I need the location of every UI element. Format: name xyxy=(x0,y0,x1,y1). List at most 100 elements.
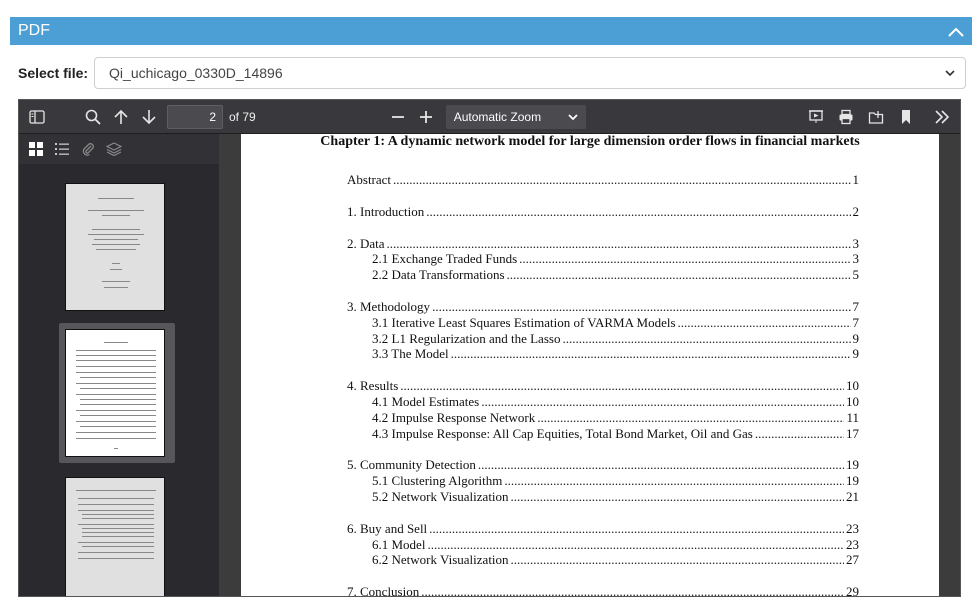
double-chevron-right-icon[interactable] xyxy=(928,104,956,130)
toc-spacer xyxy=(347,505,859,521)
table-of-contents: Abstract11. Introduction22. Data32.1 Exc… xyxy=(347,172,860,597)
toc-leader-dots xyxy=(393,172,850,188)
toc-leader-dots xyxy=(432,299,850,315)
toc-entry: 5. Community Detection 19 xyxy=(347,457,859,473)
print-icon[interactable] xyxy=(832,104,860,130)
page-viewport[interactable]: Chapter 1: A dynamic network model for l… xyxy=(219,134,960,597)
bookmark-icon[interactable] xyxy=(892,104,920,130)
pdf-panel-header: PDF xyxy=(10,17,972,45)
toc-entry-title: 5. Community Detection xyxy=(347,457,476,473)
toc-entry: 5.2 Network Visualization 21 xyxy=(347,489,859,505)
toc-entry-title: 7. Conclusion xyxy=(347,584,420,597)
toc-entry: 3.2 L1 Regularization and the Lasso 9 xyxy=(347,331,859,347)
viewer-toolbar: of 79 Automatic Zoom xyxy=(19,100,960,134)
toc-entry-page: 3 xyxy=(852,235,860,251)
toc-entry-title: 1. Introduction xyxy=(347,203,425,219)
toc-leader-dots xyxy=(504,473,844,489)
toc-leader-dots xyxy=(537,410,844,426)
toc-entry: 2.2 Data Transformations 5 xyxy=(347,267,859,283)
thumbnail-image xyxy=(65,477,165,596)
arrow-up-icon[interactable] xyxy=(107,104,135,130)
layers-view-icon[interactable] xyxy=(101,136,127,162)
toc-entry: 2.1 Exchange Traded Funds 3 xyxy=(347,251,859,267)
toc-entry: 2. Data 3 xyxy=(347,236,859,252)
presentation-icon[interactable] xyxy=(802,104,830,130)
toc-entry-title: Abstract xyxy=(347,172,392,187)
toc-entry-page: 10 xyxy=(846,378,859,394)
page-number-input[interactable] xyxy=(167,104,223,129)
pdf-viewer: of 79 Automatic Zoom xyxy=(18,99,961,597)
zoom-select[interactable]: Automatic Zoom xyxy=(445,104,586,129)
toc-entry: 4.3 Impulse Response: All Cap Equities, … xyxy=(347,426,859,442)
thumbnail-image xyxy=(65,183,165,311)
arrow-down-icon[interactable] xyxy=(135,104,163,130)
toc-spacer xyxy=(347,568,859,584)
toc-entry-title: 6.1 Model xyxy=(372,536,426,552)
toc-entry: 7. Conclusion 29 xyxy=(347,584,859,597)
toc-entry-page: 10 xyxy=(846,393,859,409)
file-select-value: Qi_uchicago_0330D_14896 xyxy=(109,65,283,81)
toc-entry-title: 6.2 Network Visualization xyxy=(372,552,509,568)
toc-entry-title: 3.2 L1 Regularization and the Lasso xyxy=(372,330,561,346)
file-select-dropdown[interactable]: Qi_uchicago_0330D_14896 xyxy=(94,57,967,89)
thumbnail-image xyxy=(65,329,165,457)
toc-entry-title: 4.3 Impulse Response: All Cap Equities, … xyxy=(372,425,753,441)
attachments-view-icon[interactable] xyxy=(75,136,101,162)
toc-entry-title: 4. Results xyxy=(347,378,399,394)
chevron-down-icon xyxy=(568,110,578,124)
toc-entry-title: 2. Data xyxy=(347,235,385,251)
page-thumbnail-3[interactable] xyxy=(59,471,175,596)
toc-entry-title: 3. Methodology xyxy=(347,298,431,314)
toc-entry-title: 5.2 Network Visualization xyxy=(372,488,509,504)
toc-entry: 4.1 Model Estimates 10 xyxy=(347,394,859,410)
toc-entry-title: 5.1 Clustering Algorithm xyxy=(372,473,503,489)
search-icon[interactable] xyxy=(79,104,107,130)
toc-leader-dots xyxy=(426,204,850,220)
toc-entry-page: 27 xyxy=(846,552,859,568)
toc-entry: 3. Methodology 7 xyxy=(347,299,859,315)
toc-entry: 6.1 Model 23 xyxy=(347,537,859,553)
collapse-chevron-icon[interactable] xyxy=(948,21,964,41)
toc-spacer xyxy=(347,188,859,204)
toc-spacer xyxy=(347,220,859,236)
toc-entry-page: 29 xyxy=(846,584,859,597)
chevron-down-icon xyxy=(945,66,955,80)
toc-entry-title: 4.2 Impulse Response Network xyxy=(372,409,536,425)
toc-leader-dots xyxy=(755,426,844,442)
toc-entry-page: 21 xyxy=(846,488,859,504)
toc-leader-dots xyxy=(511,552,844,568)
toc-spacer xyxy=(347,362,859,378)
file-select-row: Select file: Qi_uchicago_0330D_14896 xyxy=(18,57,967,89)
toc-entry-page: 23 xyxy=(846,536,859,552)
sidebar-toggle-icon[interactable] xyxy=(23,104,51,130)
toc-entry-page: 5 xyxy=(852,267,860,283)
zoom-value: Automatic Zoom xyxy=(453,109,542,124)
toc-leader-dots xyxy=(421,584,844,596)
toc-entry-page: 7 xyxy=(852,298,860,314)
toc-spacer xyxy=(347,283,859,299)
page-thumbnail-1[interactable] xyxy=(59,177,175,317)
toc-entry-page: 7 xyxy=(852,314,860,330)
toc-leader-dots xyxy=(519,251,850,267)
toc-leader-dots xyxy=(451,346,851,362)
toc-entry-title: 4.1 Model Estimates xyxy=(372,393,480,409)
toc-leader-dots xyxy=(511,489,844,505)
page-thumbnail-2[interactable] xyxy=(59,323,175,463)
toc-leader-dots xyxy=(478,457,844,473)
toc-entry-page: 9 xyxy=(852,330,860,346)
plus-icon[interactable] xyxy=(412,104,440,130)
toc-spacer xyxy=(347,441,859,457)
thumbnails-view-icon[interactable] xyxy=(23,136,49,162)
toc-entry-page: 23 xyxy=(846,520,859,536)
toc-entry: 4. Results 10 xyxy=(347,378,859,394)
outline-view-icon[interactable] xyxy=(49,136,75,162)
toc-entry: 4.2 Impulse Response Network 11 xyxy=(347,410,859,426)
toc-entry-title: 6. Buy and Sell xyxy=(347,520,428,536)
toc-entry-page: 1 xyxy=(852,172,860,187)
toc-entry-title: 2.2 Data Transformations xyxy=(372,267,505,283)
minus-icon[interactable] xyxy=(384,104,412,130)
toc-entry-page: 11 xyxy=(846,409,859,425)
open-file-icon[interactable] xyxy=(862,104,890,130)
toc-entry: Abstract 1 xyxy=(347,172,859,188)
toc-leader-dots xyxy=(400,378,844,394)
